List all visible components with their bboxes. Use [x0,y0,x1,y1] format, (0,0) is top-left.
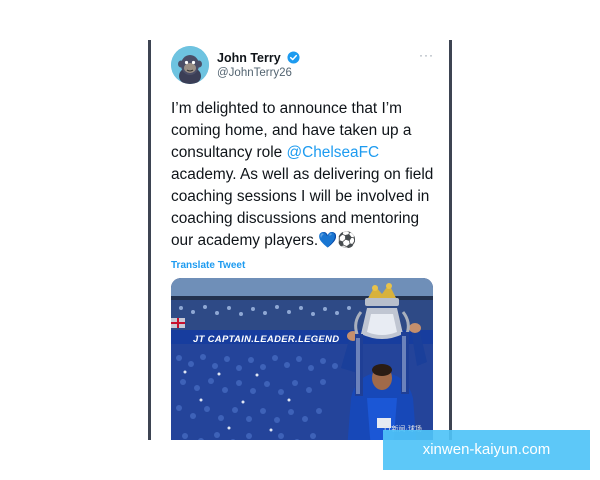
avatar[interactable] [171,46,209,84]
mention-link[interactable]: @ChelseaFC [287,144,380,161]
display-name[interactable]: John Terry [217,51,281,65]
source-watermark: xinwen-kaiyun.com [383,430,590,470]
user-handle[interactable]: @JohnTerry26 [217,67,292,79]
translate-tweet-link[interactable]: Translate Tweet [171,260,245,271]
verified-badge-icon [287,51,300,64]
more-options-icon[interactable]: ··· [419,48,434,62]
tweet-text-part-2: academy. As well as delivering on field … [171,166,434,249]
stadium-photo-icon [171,278,433,440]
tweet-body: I’m delighted to announce that I’m comin… [171,98,441,252]
tweet-card: John Terry @JohnTerry26 ··· I’m delighte… [148,40,452,440]
tweet-photo[interactable]: JT CAPTAIN.LEADER.LEGEND TT新闻·球场 [171,278,433,440]
ape-avatar-icon [171,46,209,84]
stadium-banner-text: JT CAPTAIN.LEADER.LEGEND [193,334,340,345]
